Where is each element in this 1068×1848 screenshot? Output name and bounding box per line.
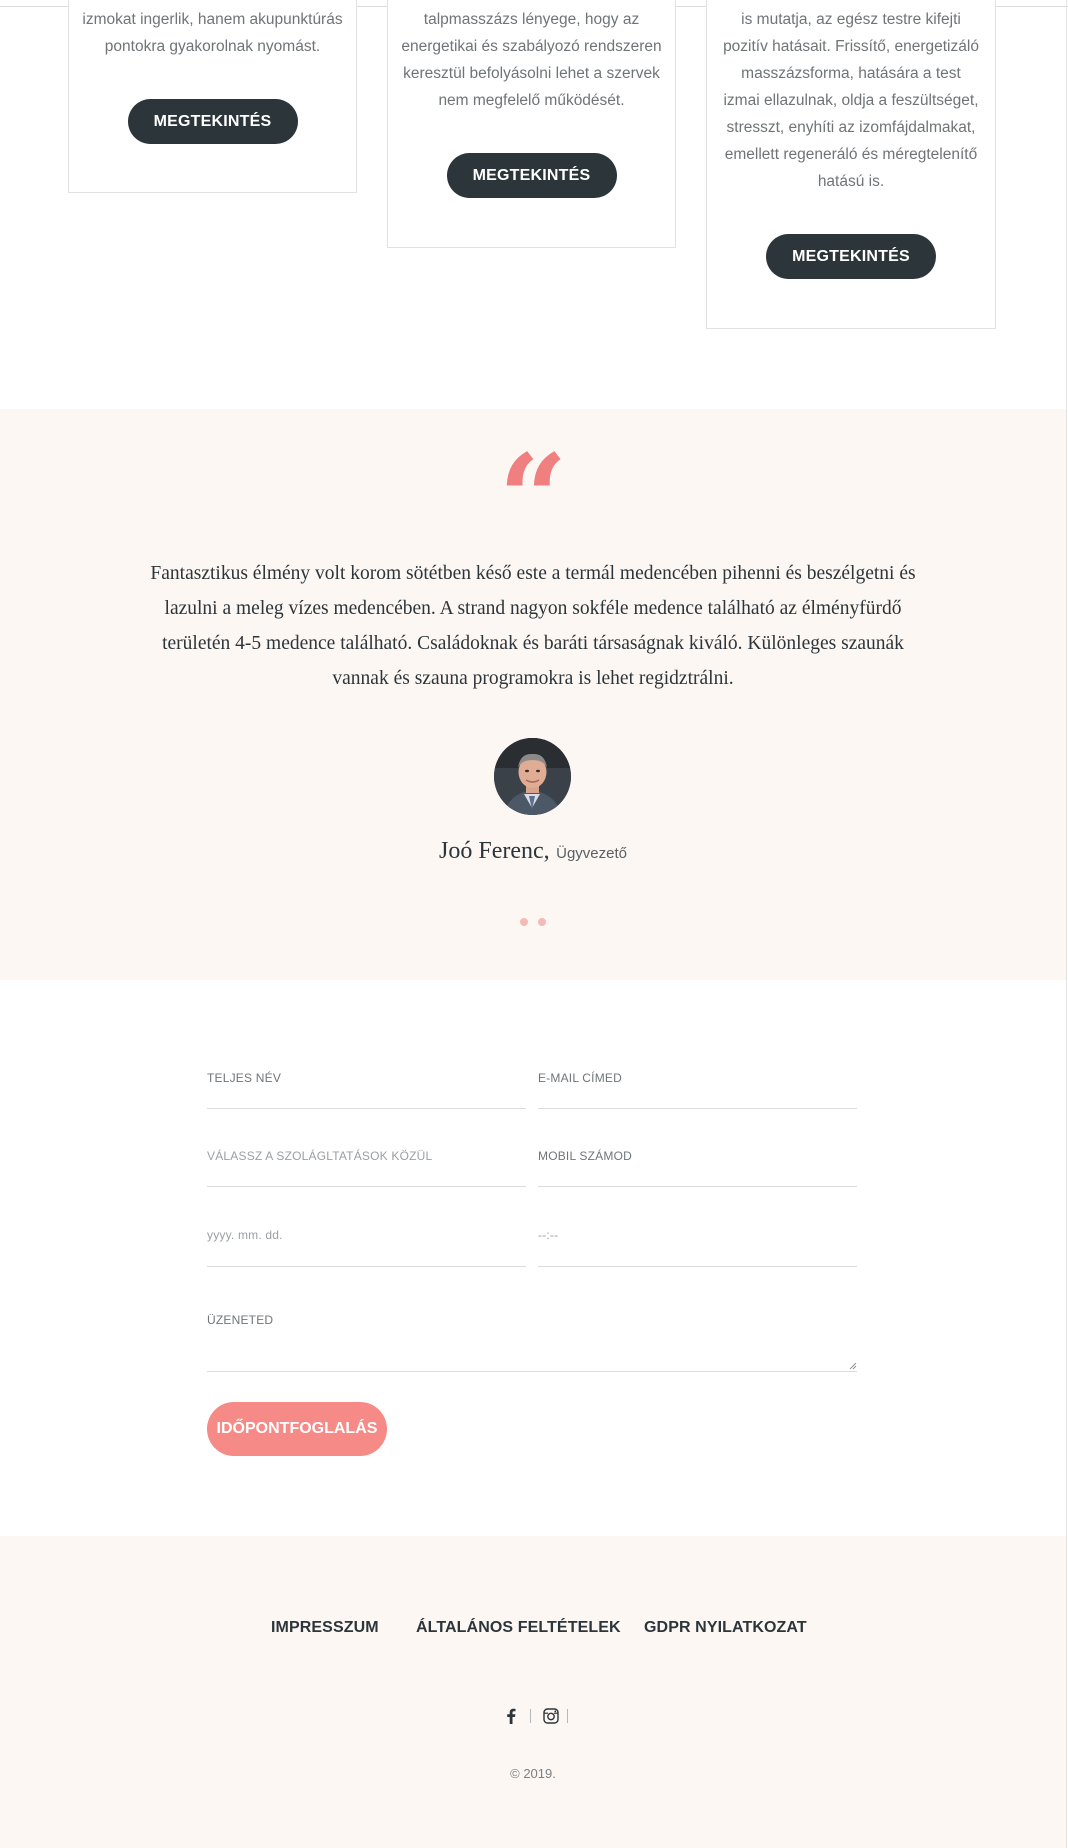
service-card-3-text: is mutatja, az egész testre kifejti pozi… <box>719 6 983 195</box>
text-line: stresszt, enyhíti az izomfájdalmakat, <box>726 119 976 136</box>
carousel-dot-2[interactable] <box>538 918 546 926</box>
text-line: is mutatja, az egész testre kifejti <box>741 11 961 28</box>
carousel-dots <box>0 913 1066 931</box>
carousel-dot-1[interactable] <box>520 918 528 926</box>
message-label: ÜZENETED <box>207 1313 274 1327</box>
text-line: masszázsforma, hatására a test <box>741 65 961 82</box>
full-name-label: TELJES NÉV <box>207 1071 282 1085</box>
author-role: Ügyvezető <box>556 845 627 862</box>
avatar-photo <box>494 738 571 815</box>
facebook-icon[interactable] <box>506 1708 516 1729</box>
booking-submit-button[interactable]: IDŐPONTFOGLALÁS <box>207 1402 387 1456</box>
quote-mark-icon: “ <box>498 428 568 569</box>
service-card-2: talpmasszázs lényege, hogy az energetika… <box>387 0 676 248</box>
instagram-icon[interactable] <box>543 1708 559 1729</box>
date-placeholder: yyyy. mm. dd. <box>207 1228 283 1242</box>
service-card-2-text: talpmasszázs lényege, hogy az energetika… <box>400 6 663 114</box>
text-line: emellett regeneráló és méregtelenítő <box>724 146 978 163</box>
footer: IMPRESSZUM ÁLTALÁNOS FELTÉTELEK GDPR NYI… <box>0 1536 1066 1848</box>
full-name-field[interactable]: TELJES NÉV <box>207 1071 526 1109</box>
view-button-3[interactable]: MEGTEKINTÉS <box>766 234 936 279</box>
service-card-1-text: izmokat ingerlik, hanem akupunktúrás pon… <box>81 6 344 60</box>
email-field[interactable]: E-MAIL CÍMED <box>538 1071 857 1109</box>
message-textarea[interactable]: ÜZENETED <box>207 1313 857 1372</box>
phone-label: MOBIL SZÁMOD <box>538 1149 632 1163</box>
testimonial-quote: Fantasztikus élmény volt korom sötétben … <box>150 563 916 689</box>
time-input[interactable]: --:-- <box>538 1228 857 1267</box>
testimonial-author: Joó Ferenc, Ügyvezető <box>0 838 1066 865</box>
service-select-label: VÁLASSZ A SZOLÁGLTATÁSOK KÖZÜL <box>207 1149 433 1163</box>
social-divider <box>567 1709 568 1723</box>
author-name: Joó Ferenc, <box>439 838 550 864</box>
text-line: keresztül befolyásolni lehet a szervek <box>403 65 660 82</box>
time-placeholder: --:-- <box>538 1228 559 1242</box>
phone-field[interactable]: MOBIL SZÁMOD <box>538 1149 857 1187</box>
page-right-border <box>1066 0 1067 1848</box>
service-card-3: is mutatja, az egész testre kifejti pozi… <box>706 0 996 329</box>
text-line: izmai ellazulnak, oldja a feszültséget, <box>723 92 979 109</box>
testimonial-section: “ Fantasztikus élmény volt korom sötétbe… <box>0 409 1066 980</box>
avatar <box>494 738 571 815</box>
text-line: izmokat ingerlik, hanem akupunktúrás <box>82 11 343 28</box>
text-line: hatású is. <box>817 173 885 190</box>
social-divider <box>530 1709 531 1723</box>
view-button-2[interactable]: MEGTEKINTÉS <box>446 153 617 198</box>
copyright: © 2019. <box>510 1766 556 1781</box>
footer-link-gdpr[interactable]: GDPR NYILATKOZAT <box>644 1619 807 1637</box>
footer-link-impresszum[interactable]: IMPRESSZUM <box>271 1619 379 1637</box>
date-input[interactable]: yyyy. mm. dd. <box>207 1228 526 1267</box>
service-select[interactable]: VÁLASSZ A SZOLÁGLTATÁSOK KÖZÜL <box>207 1149 526 1187</box>
email-label: E-MAIL CÍMED <box>538 1071 622 1085</box>
text-line: nem megfelelő működését. <box>438 92 625 109</box>
text-line: pontokra gyakorolnak nyomást. <box>104 38 321 55</box>
text-line: pozitív hatásait. Frissítő, energetizáló <box>723 38 979 55</box>
service-card-1: izmokat ingerlik, hanem akupunktúrás pon… <box>68 0 357 193</box>
view-button-1[interactable]: MEGTEKINTÉS <box>127 99 298 144</box>
footer-link-terms[interactable]: ÁLTALÁNOS FELTÉTELEK <box>416 1619 621 1637</box>
resize-handle-icon[interactable] <box>849 1362 857 1370</box>
text-line: energetikai és szabályozó rendszeren <box>401 38 662 55</box>
text-line: talpmasszázs lényege, hogy az <box>423 11 640 28</box>
